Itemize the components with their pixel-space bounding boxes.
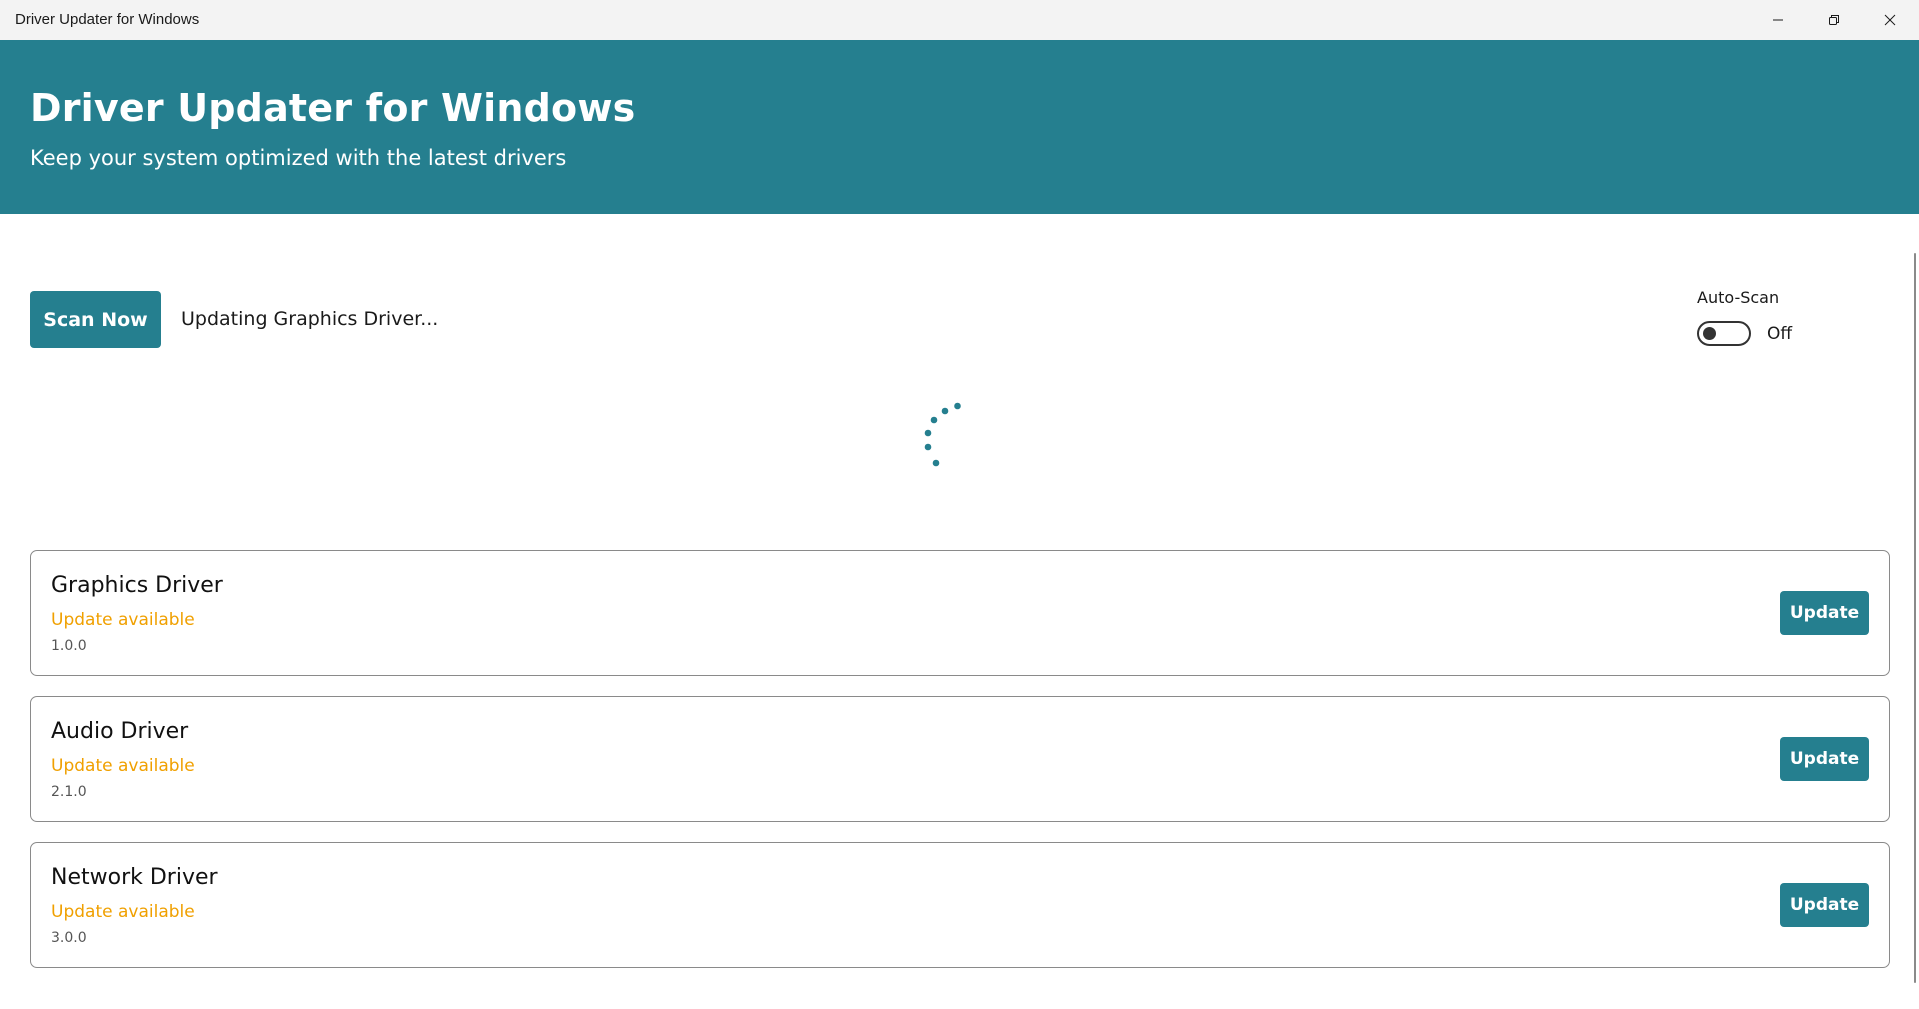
close-button[interactable] bbox=[1862, 0, 1918, 40]
loading-spinner-icon bbox=[924, 402, 961, 467]
app-subtitle: Keep your system optimized with the late… bbox=[30, 146, 567, 170]
driver-version: 3.0.0 bbox=[51, 930, 87, 946]
close-icon bbox=[1884, 14, 1896, 26]
driver-card-network: Network Driver Update available 3.0.0 Up… bbox=[30, 842, 1890, 968]
auto-scan-state: Off bbox=[1767, 324, 1793, 344]
auto-scan-toggle[interactable] bbox=[1697, 321, 1751, 346]
auto-scan-label: Auto-Scan bbox=[1697, 288, 1780, 307]
driver-status: Update available bbox=[51, 756, 195, 776]
restore-button[interactable] bbox=[1806, 0, 1862, 40]
update-audio-button[interactable]: Update bbox=[1780, 737, 1869, 781]
driver-status: Update available bbox=[51, 902, 195, 922]
toggle-knob bbox=[1703, 327, 1716, 340]
driver-card-graphics: Graphics Driver Update available 1.0.0 U… bbox=[30, 550, 1890, 676]
update-network-button[interactable]: Update bbox=[1780, 883, 1869, 927]
window-titlebar: Driver Updater for Windows bbox=[0, 0, 1919, 40]
update-graphics-button[interactable]: Update bbox=[1780, 591, 1869, 635]
driver-name: Audio Driver bbox=[51, 719, 189, 744]
window-title: Driver Updater for Windows bbox=[15, 11, 200, 28]
restore-icon bbox=[1829, 15, 1839, 25]
minimize-button[interactable] bbox=[1750, 0, 1806, 40]
scan-now-button[interactable]: Scan Now bbox=[30, 291, 161, 348]
driver-version: 1.0.0 bbox=[51, 638, 87, 654]
minimize-icon bbox=[1773, 19, 1783, 21]
driver-name: Graphics Driver bbox=[51, 573, 223, 598]
scan-status-text: Updating Graphics Driver... bbox=[181, 308, 439, 330]
driver-status: Update available bbox=[51, 610, 195, 630]
driver-version: 2.1.0 bbox=[51, 784, 87, 800]
vertical-scrollbar[interactable] bbox=[1914, 253, 1916, 983]
driver-name: Network Driver bbox=[51, 865, 218, 890]
app-header: Driver Updater for Windows Keep your sys… bbox=[0, 40, 1919, 214]
app-title: Driver Updater for Windows bbox=[30, 86, 636, 130]
driver-card-audio: Audio Driver Update available 2.1.0 Upda… bbox=[30, 696, 1890, 822]
